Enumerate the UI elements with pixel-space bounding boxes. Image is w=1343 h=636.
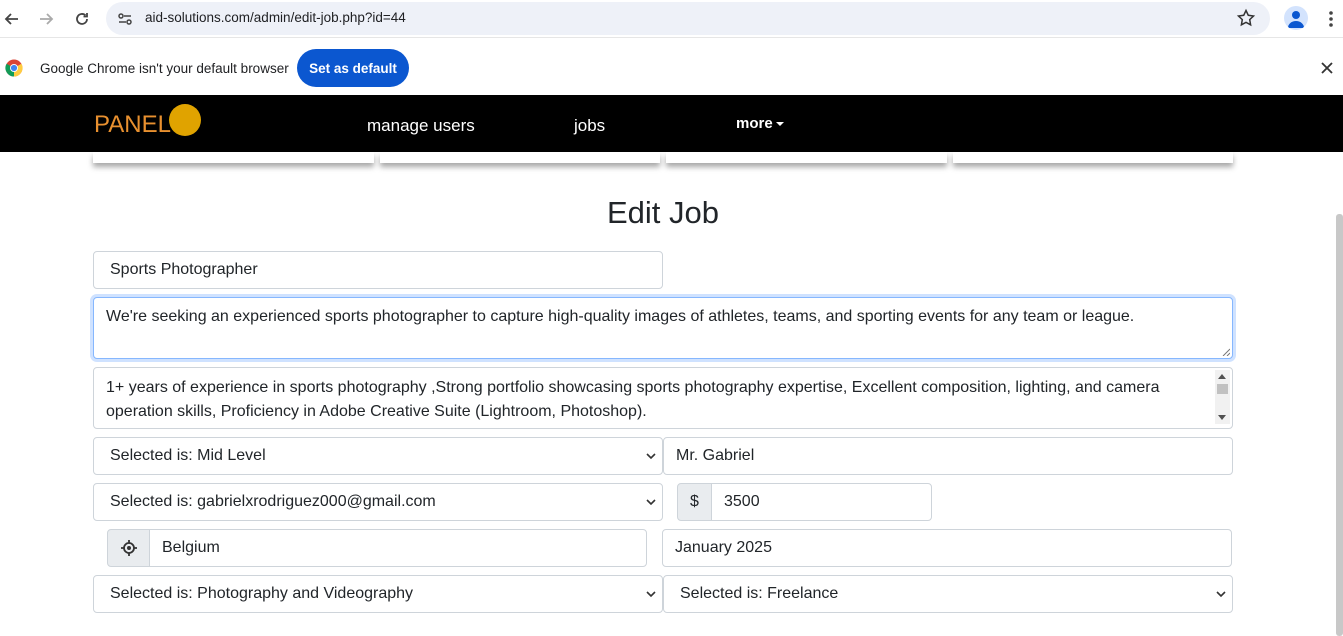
default-browser-infobar: Google Chrome isn't your default browser… — [0, 41, 1343, 95]
card — [379, 152, 660, 163]
chevron-down-icon — [646, 499, 656, 506]
crosshair-icon — [120, 540, 137, 556]
brand-dot — [169, 104, 201, 136]
description-textarea[interactable]: We're seeking an experienced sports phot… — [93, 297, 1233, 359]
textarea-scrollbar[interactable] — [1215, 370, 1230, 424]
back-icon[interactable] — [0, 7, 24, 31]
level-select-value: Selected is: Mid Level — [110, 447, 266, 464]
category-select[interactable]: Selected is: Photography and Videography — [93, 575, 663, 613]
browser-toolbar: aid-solutions.com/admin/edit-job.php?id=… — [0, 0, 1343, 38]
cards-strip — [93, 152, 1233, 163]
currency-addon: $ — [677, 483, 712, 521]
card — [952, 152, 1233, 163]
email-select-value: Selected is: gabrielxrodriguez000@gmail.… — [110, 493, 436, 510]
page-title: Edit Job — [606, 195, 719, 230]
site-settings-icon[interactable] — [116, 10, 134, 28]
nav-more-dropdown[interactable]: more — [736, 115, 784, 132]
chrome-logo-icon — [5, 59, 23, 77]
requirements-textarea[interactable]: 1+ years of experience in sports photogr… — [93, 367, 1233, 429]
requirements-text: 1+ years of experience in sports photogr… — [106, 379, 1160, 420]
job-type-select[interactable]: Selected is: Freelance — [663, 575, 1233, 613]
page-scrollbar[interactable] — [1336, 214, 1343, 636]
profile-avatar-icon[interactable] — [1284, 6, 1308, 30]
date-input[interactable]: January 2025 — [662, 529, 1232, 567]
menu-kebab-icon[interactable] — [1324, 9, 1338, 29]
infobar-message: Google Chrome isn't your default browser — [40, 61, 289, 76]
scroll-up-icon[interactable] — [1218, 374, 1226, 379]
location-addon[interactable] — [107, 529, 150, 567]
job-type-select-value: Selected is: Freelance — [680, 585, 839, 602]
resize-handle-icon[interactable] — [1222, 348, 1230, 356]
description-text: We're seeking an experienced sports phot… — [106, 308, 1135, 325]
bookmark-star-icon[interactable] — [1236, 8, 1256, 28]
chevron-down-icon — [646, 453, 656, 460]
category-select-value: Selected is: Photography and Videography — [110, 585, 414, 602]
url-text: aid-solutions.com/admin/edit-job.php?id=… — [145, 10, 406, 25]
chevron-down-icon — [1216, 591, 1226, 598]
close-icon[interactable] — [1318, 59, 1336, 77]
brand-logo[interactable]: PANEL — [94, 111, 171, 139]
scroll-thumb[interactable] — [1217, 384, 1228, 394]
reload-icon[interactable] — [70, 7, 94, 31]
salary-input[interactable]: 3500 — [711, 483, 932, 521]
job-title-input[interactable]: Sports Photographer — [93, 251, 663, 289]
forward-icon[interactable] — [34, 7, 58, 31]
card — [93, 152, 374, 163]
nav-link-manage-users[interactable]: manage users — [367, 116, 475, 136]
scroll-down-icon[interactable] — [1218, 415, 1226, 420]
level-select[interactable]: Selected is: Mid Level — [93, 437, 663, 475]
contact-name-input[interactable]: Mr. Gabriel — [663, 437, 1233, 475]
location-input[interactable]: Belgium — [149, 529, 647, 567]
nav-more-label: more — [736, 115, 773, 132]
email-select[interactable]: Selected is: gabrielxrodriguez000@gmail.… — [93, 483, 663, 521]
chevron-down-icon — [646, 591, 656, 598]
site-navbar: PANEL manage users jobs more — [0, 95, 1343, 152]
caret-down-icon — [775, 122, 784, 127]
card — [666, 152, 947, 163]
nav-link-jobs[interactable]: jobs — [574, 116, 605, 136]
set-as-default-button[interactable]: Set as default — [297, 49, 409, 87]
address-bar[interactable]: aid-solutions.com/admin/edit-job.php?id=… — [106, 2, 1270, 35]
